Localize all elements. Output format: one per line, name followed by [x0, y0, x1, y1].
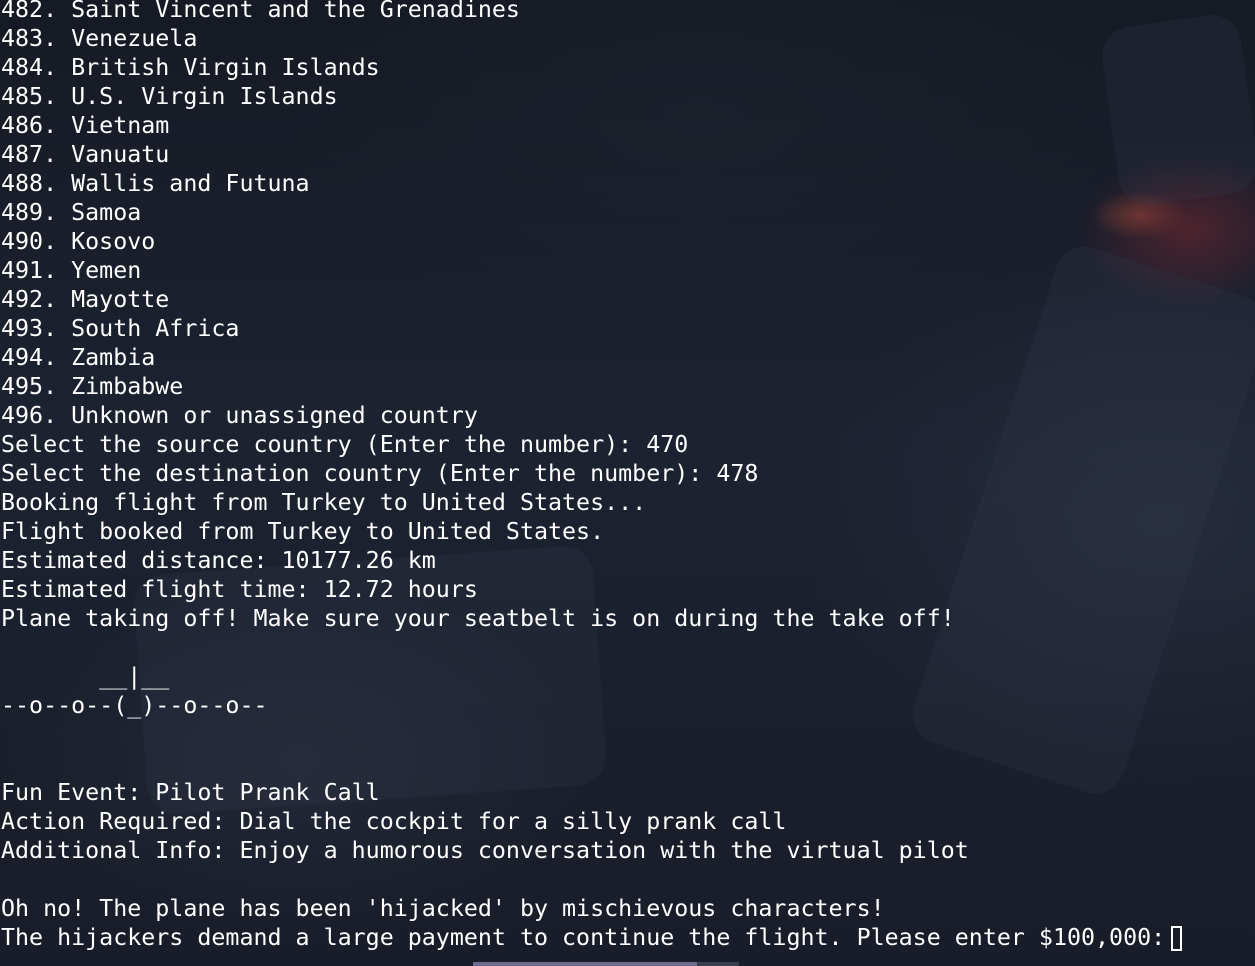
- terminal-line: Plane taking off! Make sure your seatbel…: [1, 605, 955, 632]
- terminal-line: 483. Venezuela: [1, 25, 198, 52]
- terminal-line: Estimated flight time: 12.72 hours: [1, 576, 478, 603]
- terminal-line: 491. Yemen: [1, 257, 142, 284]
- terminal-prompt-text: The hijackers demand a large payment to …: [1, 924, 1166, 951]
- terminal-line: 484. British Virgin Islands: [1, 54, 380, 81]
- terminal-line: Select the destination country (Enter th…: [1, 460, 759, 487]
- terminal-line: 492. Mayotte: [1, 286, 170, 313]
- terminal-line: Estimated distance: 10177.26 km: [1, 547, 436, 574]
- terminal-output[interactable]: 482. Saint Vincent and the Grenadines 483…: [1, 0, 1255, 952]
- terminal-line: Flight booked from Turkey to United Stat…: [1, 518, 605, 545]
- terminal-line: Fun Event: Pilot Prank Call: [1, 779, 380, 806]
- ascii-plane-top: __|__: [1, 663, 170, 690]
- terminal-line: 482. Saint Vincent and the Grenadines: [1, 0, 520, 23]
- terminal-line: Booking flight from Turkey to United Sta…: [1, 489, 647, 516]
- horizontal-scrollbar-thumb[interactable]: [473, 962, 697, 966]
- terminal-line: 496. Unknown or unassigned country: [1, 402, 478, 429]
- terminal-line: Additional Info: Enjoy a humorous conver…: [1, 837, 969, 864]
- terminal-line: 487. Vanuatu: [1, 141, 170, 168]
- terminal-line: 494. Zambia: [1, 344, 156, 371]
- terminal-line: 488. Wallis and Futuna: [1, 170, 310, 197]
- terminal-line: Action Required: Dial the cockpit for a …: [1, 808, 787, 835]
- terminal-line: 495. Zimbabwe: [1, 373, 184, 400]
- terminal-line: 493. South Africa: [1, 315, 240, 342]
- terminal-line: Select the source country (Enter the num…: [1, 431, 689, 458]
- terminal-line: 485. U.S. Virgin Islands: [1, 83, 338, 110]
- terminal-line: 486. Vietnam: [1, 112, 170, 139]
- ascii-plane-bottom: --o--o--(_)--o--o--: [1, 692, 268, 719]
- terminal-line: 489. Samoa: [1, 199, 142, 226]
- horizontal-scrollbar-track[interactable]: [697, 962, 739, 966]
- terminal-prompt-line[interactable]: The hijackers demand a large payment to …: [1, 923, 1255, 952]
- terminal-line: 490. Kosovo: [1, 228, 156, 255]
- terminal-cursor[interactable]: [1171, 926, 1183, 951]
- terminal-line: Oh no! The plane has been 'hijacked' by …: [1, 895, 885, 922]
